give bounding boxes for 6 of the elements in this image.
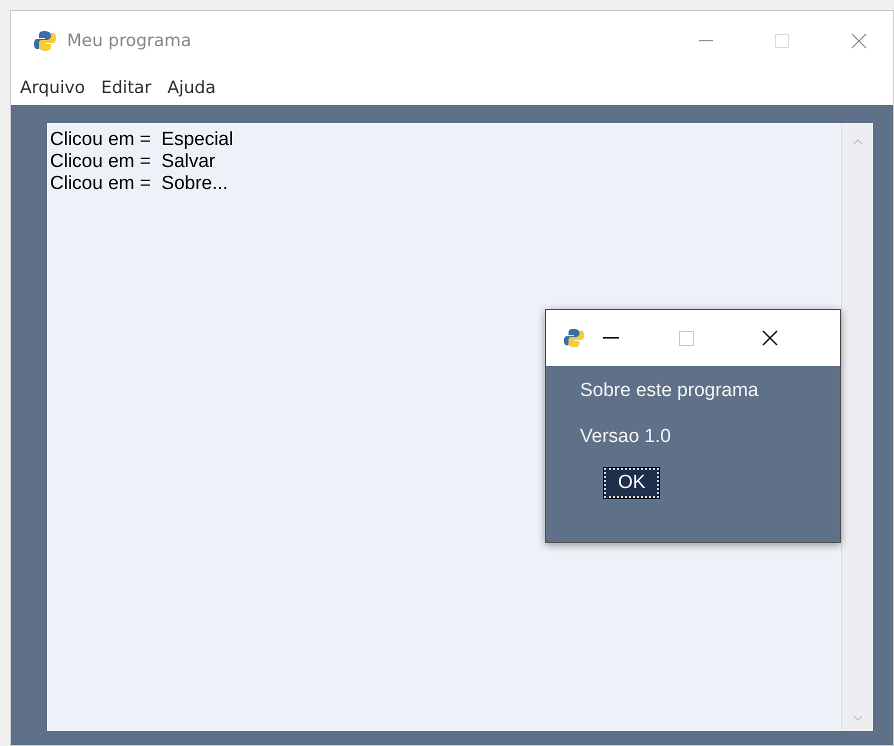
dialog-text: Sobre este programa: [580, 380, 760, 403]
output-line: Clicou em = Salvar: [50, 151, 216, 173]
window-title: Meu programa: [67, 31, 192, 51]
output-line: Clicou em = Especial: [50, 129, 234, 151]
dialog-text: Versao 1.0: [580, 426, 672, 449]
output-line: Clicou em = Sobre...: [50, 173, 229, 195]
